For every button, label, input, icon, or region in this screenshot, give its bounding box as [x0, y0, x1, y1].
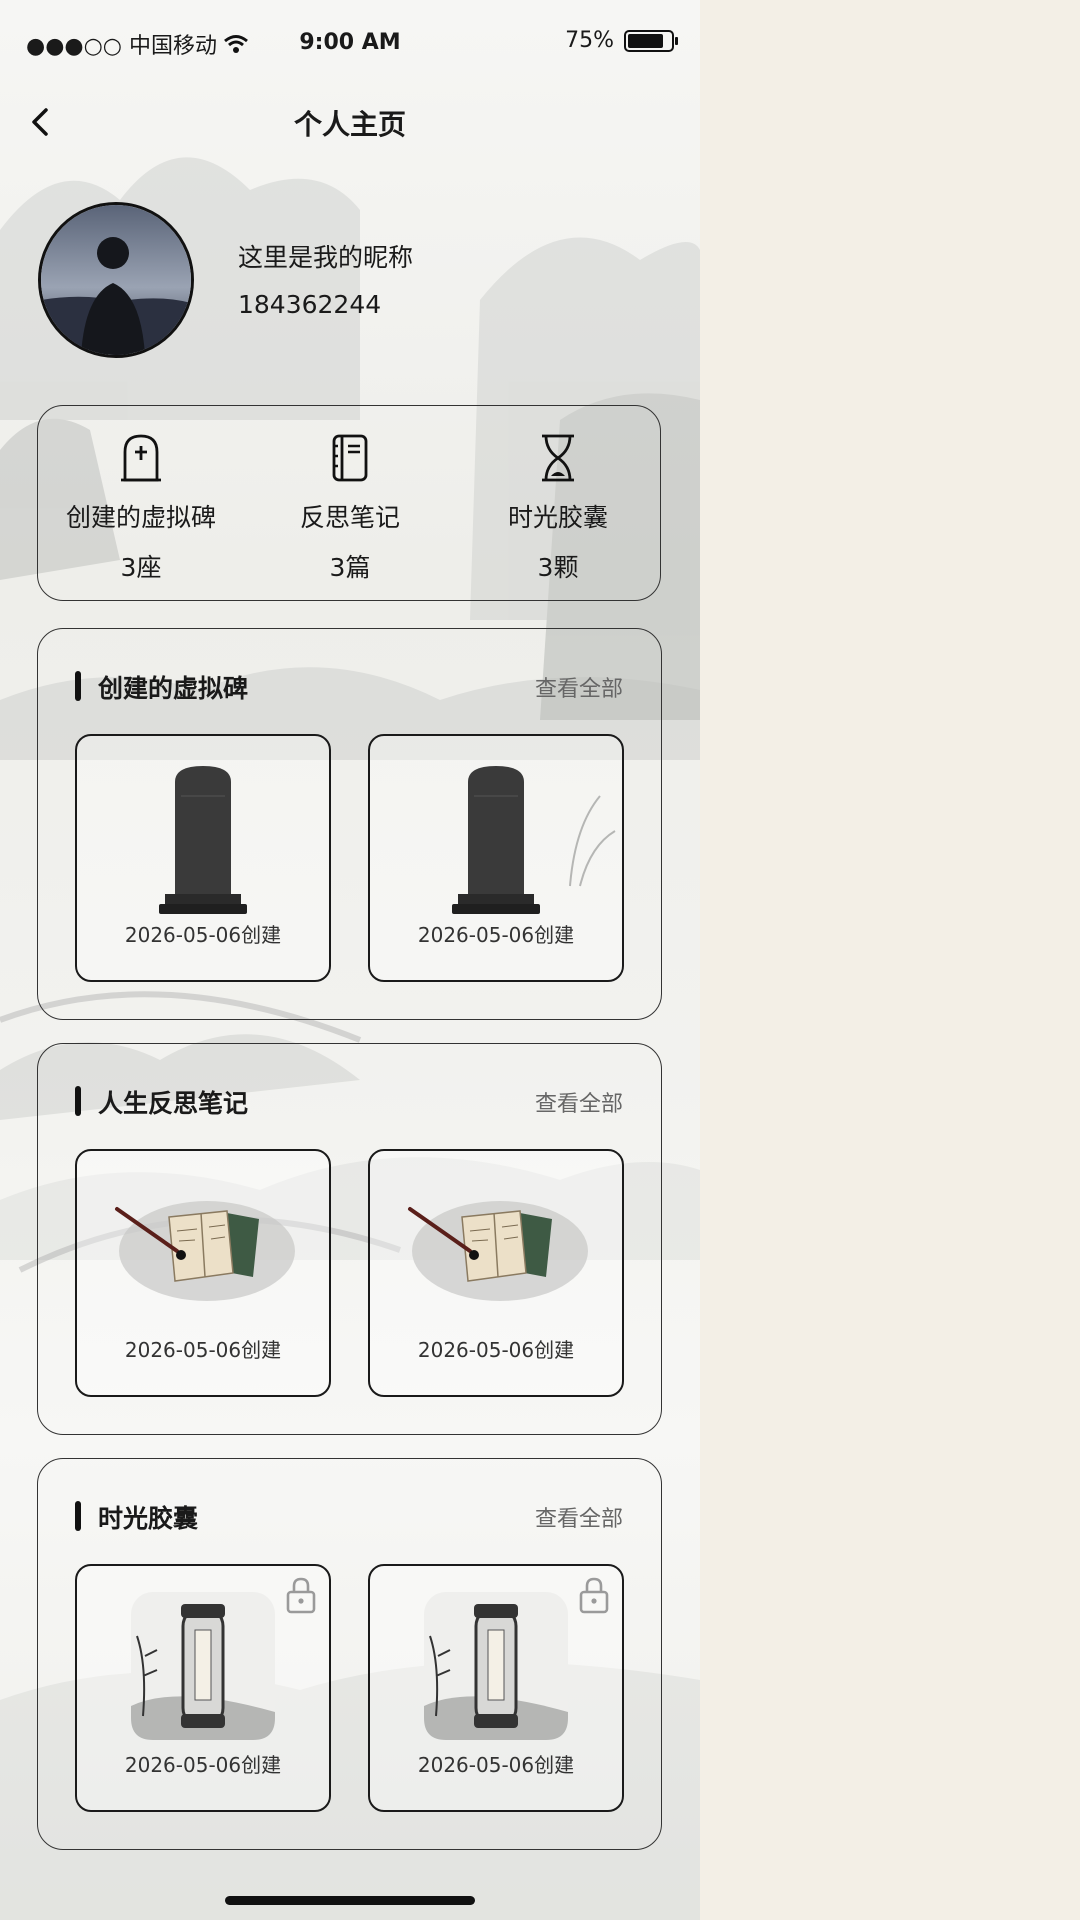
stat-count: 3篇	[329, 553, 371, 582]
section-notes: 人生反思笔记 查看全部 2026-05-06创建 2026-05-06创建	[37, 1043, 662, 1435]
created-date: 2026-05-06创建	[124, 1338, 282, 1362]
tombstone-image	[452, 766, 616, 914]
created-date: 2026-05-06创建	[417, 923, 575, 947]
capsule-card[interactable]: 2026-05-06创建	[75, 1564, 331, 1812]
section-capsules: 时光胶囊 查看全部 2026-05-06创建 2026-05-06创建	[37, 1458, 662, 1850]
stat-tombstones[interactable]: 创建的虚拟碑 3座	[41, 406, 241, 584]
stat-label: 时光胶囊	[507, 503, 608, 532]
capsule-card[interactable]: 2026-05-06创建	[368, 1564, 624, 1812]
battery-percent: 75%	[565, 28, 614, 53]
stat-label: 反思笔记	[299, 503, 400, 532]
tombstone-card[interactable]: 2026-05-06创建	[75, 734, 331, 982]
created-date: 2026-05-06创建	[417, 1753, 575, 1777]
phone-screen: ●●●○○ 中国移动 9:00 AM 75% 个人主页 这里是我的昵称 1843…	[0, 0, 700, 1920]
section-title: 时光胶囊	[98, 1504, 199, 1533]
stat-count: 3座	[120, 553, 162, 582]
section-marker	[75, 1086, 81, 1116]
section-tombstones: 创建的虚拟碑 查看全部 2026-05-06创建 2026-05-06创建	[37, 628, 662, 1020]
section-marker	[75, 1501, 81, 1531]
view-all-link[interactable]: 查看全部	[535, 1501, 623, 1533]
status-bar-right: 75%	[565, 28, 678, 53]
stat-count: 3颗	[537, 553, 579, 582]
notebook-brush-image	[115, 1201, 295, 1301]
user-id: 184362244	[238, 290, 382, 319]
stat-capsules[interactable]: 时光胶囊 3颗	[458, 406, 658, 584]
battery-icon	[624, 29, 678, 52]
created-date: 2026-05-06创建	[124, 923, 282, 947]
avatar[interactable]	[38, 202, 194, 358]
nickname: 这里是我的昵称	[238, 243, 414, 272]
view-all-link[interactable]: 查看全部	[535, 1086, 623, 1118]
stats-card: 创建的虚拟碑 3座 反思笔记 3篇 时光胶囊 3颗	[37, 405, 661, 601]
created-date: 2026-05-06创建	[417, 1338, 575, 1362]
stat-notes[interactable]: 反思笔记 3篇	[250, 406, 450, 584]
lock-icon	[579, 1577, 609, 1614]
home-indicator[interactable]	[225, 1896, 475, 1905]
section-marker	[75, 671, 81, 701]
created-date: 2026-05-06创建	[124, 1753, 282, 1777]
note-card[interactable]: 2026-05-06创建	[368, 1149, 624, 1397]
section-title: 人生反思笔记	[98, 1089, 249, 1118]
stat-label: 创建的虚拟碑	[65, 503, 216, 532]
view-all-link[interactable]: 查看全部	[535, 671, 623, 703]
notebook-icon	[332, 434, 368, 482]
hourglass-icon	[542, 434, 574, 482]
tombstone-card[interactable]: 2026-05-06创建	[368, 734, 624, 982]
tombstone-image	[159, 766, 247, 914]
lock-icon	[286, 1577, 316, 1614]
section-title: 创建的虚拟碑	[98, 674, 249, 703]
tombstone-icon	[121, 434, 161, 482]
note-card[interactable]: 2026-05-06创建	[75, 1149, 331, 1397]
page-title: 个人主页	[293, 108, 406, 141]
notebook-brush-image	[408, 1201, 588, 1301]
